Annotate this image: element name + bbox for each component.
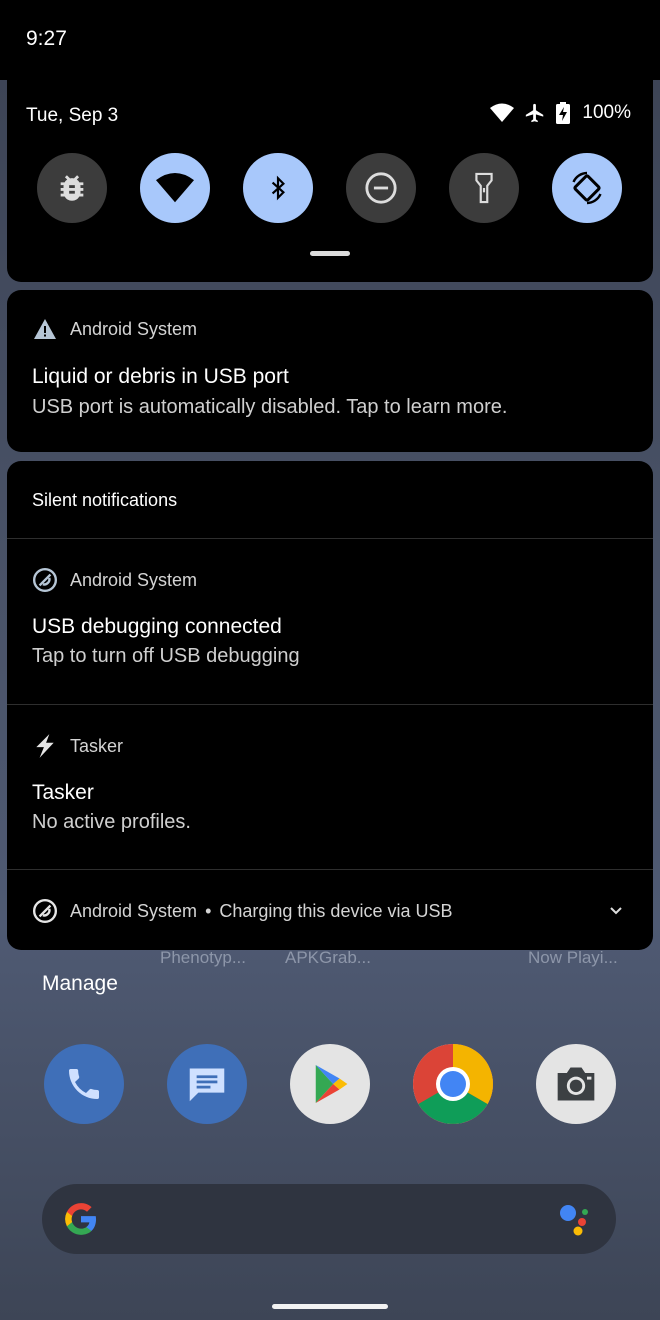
section-title: Silent notifications xyxy=(32,490,178,510)
wifi-icon xyxy=(156,172,194,203)
notification-header: Android System • Charging this device vi… xyxy=(32,898,453,924)
messages-icon[interactable] xyxy=(167,1044,247,1124)
silent-notifications-group: Silent notifications Android System USB … xyxy=(7,461,653,950)
google-g-icon xyxy=(65,1203,97,1235)
play-store-icon[interactable] xyxy=(290,1044,370,1124)
notification-text: Tap to turn off USB debugging xyxy=(32,645,300,667)
notification-text: No active profiles. xyxy=(32,811,191,833)
status-bar: 9:27 xyxy=(0,0,660,80)
notification-app-name: Tasker xyxy=(70,735,124,756)
camera-icon[interactable] xyxy=(536,1044,616,1124)
bluetooth-icon xyxy=(271,175,285,201)
notification-summary: Charging this device via USB xyxy=(219,900,453,921)
qs-drag-handle[interactable] xyxy=(310,251,350,256)
notification-text: USB port is automatically disabled. Tap … xyxy=(32,396,508,418)
notification-title: USB debugging connected xyxy=(32,615,282,638)
tasker-bolt-icon xyxy=(36,734,54,758)
qs-date[interactable]: Tue, Sep 3 xyxy=(26,105,118,127)
bug-icon xyxy=(60,175,84,201)
auto-rotate-icon xyxy=(572,171,602,205)
usb-debugging-notification[interactable]: Android System USB debugging connected T… xyxy=(7,539,653,704)
app-label[interactable]: APKGrab... xyxy=(285,948,371,968)
chrome-icon[interactable] xyxy=(413,1044,493,1124)
usb-liquid-notification[interactable]: Android System Liquid or debris in USB p… xyxy=(7,290,653,452)
flashlight-icon xyxy=(475,172,493,204)
clock: 9:27 xyxy=(26,27,67,50)
notification-title: Liquid or debris in USB port xyxy=(32,365,289,388)
auto-rotate-tile[interactable] xyxy=(552,153,622,223)
warning-icon xyxy=(34,319,56,339)
quick-settings-panel: Tue, Sep 3 100% xyxy=(7,80,653,282)
notification-header: Android System xyxy=(32,318,197,340)
app-label[interactable]: Now Playi... xyxy=(528,948,618,968)
phone-icon[interactable] xyxy=(44,1044,124,1124)
notification-header: Android System xyxy=(32,567,197,593)
chevron-down-icon[interactable] xyxy=(609,906,623,916)
app-label[interactable]: Phenotyp... xyxy=(160,948,246,968)
notification-header: Tasker xyxy=(32,733,123,759)
separator-dot: • xyxy=(205,900,212,921)
notification-app-name: Android System xyxy=(70,569,198,590)
charging-notification[interactable]: Android System • Charging this device vi… xyxy=(7,870,653,950)
android-system-icon xyxy=(32,567,58,593)
bug-report-tile[interactable] xyxy=(37,153,107,223)
android-system-icon xyxy=(32,898,58,924)
notification-app-name: Android System xyxy=(70,318,198,339)
tasker-notification[interactable]: Tasker Tasker No active profiles. xyxy=(7,705,653,869)
flashlight-tile[interactable] xyxy=(449,153,519,223)
do-not-disturb-tile[interactable] xyxy=(346,153,416,223)
manage-button[interactable]: Manage xyxy=(42,972,118,996)
battery-percent: 100% xyxy=(582,102,631,123)
battery-charging-icon xyxy=(556,102,571,124)
airplane-icon xyxy=(526,103,544,123)
assistant-icon[interactable] xyxy=(556,1202,592,1236)
wifi-icon xyxy=(490,103,515,122)
notification-app-name: Android System xyxy=(70,900,198,921)
gesture-nav-pill[interactable] xyxy=(272,1304,388,1309)
qs-status-icons: 100% xyxy=(490,102,631,124)
notification-title: Tasker xyxy=(32,781,94,804)
do-not-disturb-icon xyxy=(365,172,397,204)
wifi-tile[interactable] xyxy=(140,153,210,223)
google-search-bar[interactable] xyxy=(42,1184,616,1254)
bluetooth-tile[interactable] xyxy=(243,153,313,223)
